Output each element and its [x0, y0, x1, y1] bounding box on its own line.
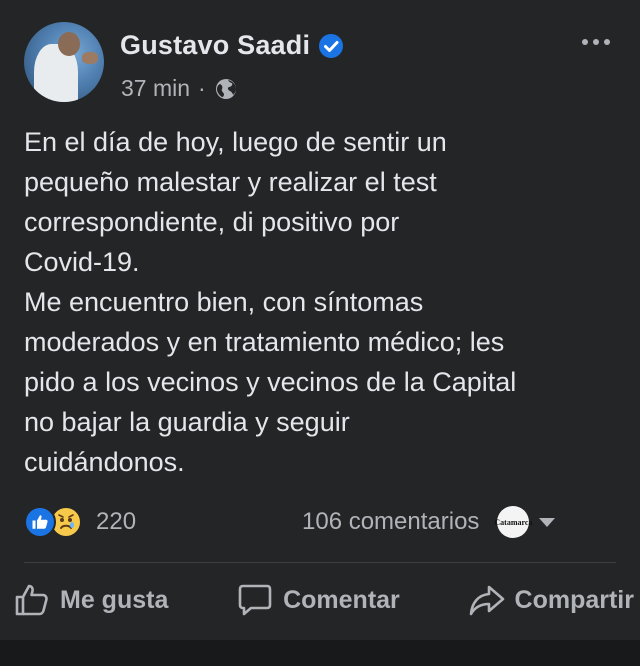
author-row: Gustavo Saadi [120, 30, 344, 61]
avatar-head [58, 32, 80, 56]
reactions-summary[interactable]: 220 [24, 506, 136, 538]
author-avatar[interactable] [24, 22, 104, 102]
thumbs-up-icon [15, 584, 48, 616]
more-options-icon[interactable] [582, 32, 618, 52]
more-dot [582, 39, 588, 45]
chevron-down-icon[interactable] [539, 517, 556, 527]
comments-count[interactable]: 106 comentarios [302, 508, 479, 536]
comments-summary[interactable]: 106 comentarios Catamarca [302, 506, 556, 538]
share-icon [469, 585, 504, 616]
bottom-strip [0, 640, 640, 666]
post-card: Gustavo Saadi 37 min · En el día de hoy,… [0, 0, 640, 640]
share-label: Compartir [514, 585, 634, 614]
page-avatar-logo: Catamarca [494, 517, 533, 527]
more-dot [604, 39, 610, 45]
like-button[interactable]: Me gusta [14, 582, 168, 618]
comment-button[interactable]: Comentar [237, 582, 400, 618]
action-bar: Me gusta Comentar Compartir [14, 582, 634, 618]
comment-icon [238, 584, 272, 616]
post-timestamp[interactable]: 37 min [121, 75, 190, 102]
avatar-hand [82, 52, 98, 64]
page-avatar[interactable]: Catamarca [494, 506, 533, 538]
like-label: Me gusta [60, 585, 169, 614]
divider [24, 562, 616, 563]
post-text: En el día de hoy, luego de sentir un peq… [24, 127, 517, 477]
globe-icon [215, 78, 236, 99]
meta-separator: · [198, 75, 206, 101]
author-name[interactable]: Gustavo Saadi [120, 30, 310, 61]
verified-badge-icon [319, 33, 344, 58]
comment-label: Comentar [283, 585, 400, 614]
share-button[interactable]: Compartir [469, 582, 634, 618]
like-reaction-icon [24, 506, 56, 538]
more-dot [593, 39, 599, 45]
post-meta: 37 min · [121, 75, 238, 102]
reaction-count: 220 [96, 508, 137, 535]
